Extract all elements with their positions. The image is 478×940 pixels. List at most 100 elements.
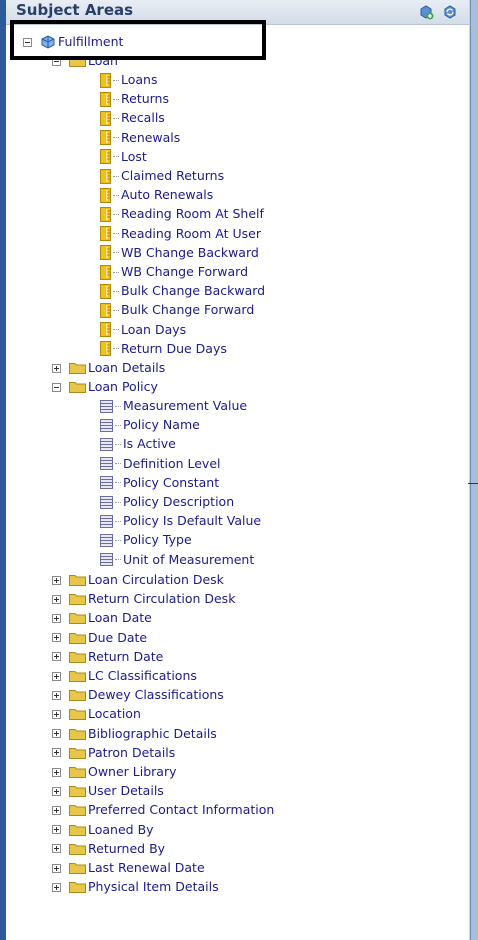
- tree-node-physical-item-details[interactable]: Physical Item Details: [52, 878, 219, 896]
- tree-node-lc-classifications[interactable]: LC Classifications: [52, 667, 197, 685]
- folder-icon: [69, 593, 86, 606]
- tree-node-loan-circulation-desk[interactable]: Loan Circulation Desk: [52, 571, 224, 589]
- expand-toggle[interactable]: [52, 863, 61, 873]
- expand-toggle[interactable]: [52, 652, 61, 662]
- folder-icon: [69, 574, 86, 586]
- tree-connector: [115, 405, 121, 407]
- expand-toggle[interactable]: [52, 709, 61, 719]
- tree-label: Bibliographic Details: [88, 725, 217, 741]
- tree-leaf-renewals[interactable]: Renewals: [100, 129, 180, 147]
- expand-toggle[interactable]: [52, 613, 61, 623]
- expand-toggle[interactable]: [52, 786, 61, 796]
- measure-icon: [100, 149, 111, 165]
- collapse-toggle[interactable]: [52, 382, 61, 392]
- tree-leaf-measurement-value[interactable]: Measurement Value: [100, 397, 247, 415]
- tree-node-return-circulation-desk[interactable]: Return Circulation Desk: [52, 590, 235, 608]
- folder-icon: [69, 747, 86, 759]
- expand-toggle[interactable]: [52, 844, 61, 854]
- tree-label: Definition Level: [123, 455, 221, 471]
- folder-icon: [69, 381, 86, 393]
- measure-icon: [100, 245, 111, 261]
- tree-leaf-loan-days[interactable]: Loan Days: [100, 321, 186, 339]
- expand-toggle[interactable]: [52, 594, 61, 604]
- tree-node-loaned-by[interactable]: Loaned By: [52, 821, 154, 839]
- vertical-scrollbar[interactable]: [470, 0, 478, 940]
- folder-icon: [69, 766, 86, 778]
- tree-label: Loan Days: [121, 321, 187, 337]
- tree-connector: [113, 309, 119, 311]
- tree-node-patron-details[interactable]: Patron Details: [52, 744, 175, 762]
- tree-leaf-claimed-returns[interactable]: Claimed Returns: [100, 167, 224, 185]
- tree-leaf-wb-change-forward[interactable]: WB Change Forward: [100, 263, 248, 281]
- tree-node-preferred-contact-information[interactable]: Preferred Contact Information: [52, 801, 274, 819]
- tree-connector: [113, 271, 119, 273]
- expand-toggle[interactable]: [52, 729, 61, 739]
- tree-leaf-return-due-days[interactable]: Return Due Days: [100, 340, 227, 358]
- tree-node-last-renewal-date[interactable]: Last Renewal Date: [52, 859, 205, 877]
- expand-toggle[interactable]: [52, 882, 61, 892]
- tree-node-loan-date[interactable]: Loan Date: [52, 609, 152, 627]
- expand-toggle[interactable]: [52, 748, 61, 758]
- tree-connector: [113, 290, 119, 292]
- expand-toggle[interactable]: [52, 690, 61, 700]
- tree-connector: [115, 559, 121, 561]
- expand-toggle[interactable]: [52, 363, 61, 373]
- folder-icon: [69, 881, 86, 894]
- tree-connector: [113, 348, 119, 350]
- tree-node-return-date[interactable]: Return Date: [52, 648, 163, 666]
- tree-node-loan-policy[interactable]: Loan Policy: [52, 378, 158, 396]
- tree-leaf-loans[interactable]: Loans: [100, 71, 158, 89]
- panel-title: Subject Areas: [16, 1, 134, 19]
- tree-leaf-definition-level[interactable]: Definition Level: [100, 455, 221, 473]
- tree-label: Loans: [121, 72, 158, 87]
- tree-leaf-is-active[interactable]: Is Active: [100, 435, 176, 453]
- expand-toggle[interactable]: [52, 825, 61, 835]
- tree-leaf-returns[interactable]: Returns: [100, 90, 169, 108]
- tree-label: Policy Type: [123, 532, 192, 548]
- tree-node-bibliographic-details[interactable]: Bibliographic Details: [52, 725, 217, 743]
- tree-leaf-policy-is-default-value[interactable]: Policy Is Default Value: [100, 512, 261, 530]
- tree-node-due-date[interactable]: Due Date: [52, 629, 147, 647]
- tree-label: Policy Description: [123, 494, 235, 509]
- tree-label: Measurement Value: [123, 398, 248, 413]
- folder-icon: [69, 785, 86, 798]
- tree-leaf-policy-description[interactable]: Policy Description: [100, 493, 234, 511]
- refresh-icon[interactable]: [442, 4, 458, 20]
- tree-leaf-reading-room-at-shelf[interactable]: Reading Room At Shelf: [100, 205, 264, 223]
- tree-label: Loan Date: [88, 610, 152, 626]
- tree-node-returned-by[interactable]: Returned By: [52, 840, 165, 858]
- expand-toggle[interactable]: [52, 633, 61, 643]
- tree-label: Due Date: [88, 629, 148, 645]
- tree-node-owner-library[interactable]: Owner Library: [52, 763, 177, 781]
- add-subject-area-icon[interactable]: [418, 4, 434, 20]
- tree-leaf-recalls[interactable]: Recalls: [100, 109, 165, 127]
- expand-toggle[interactable]: [52, 575, 61, 585]
- measure-icon: [100, 226, 111, 242]
- tree-label: Reading Room At User: [121, 225, 261, 241]
- tree-node-user-details[interactable]: User Details: [52, 782, 164, 800]
- tree-label: Patron Details: [88, 744, 176, 760]
- tree-node-loan-details[interactable]: Loan Details: [52, 359, 165, 377]
- expand-toggle[interactable]: [52, 805, 61, 815]
- expand-toggle[interactable]: [52, 767, 61, 777]
- tree-leaf-unit-of-measurement[interactable]: Unit of Measurement: [100, 551, 254, 569]
- tree-connector: [115, 539, 121, 541]
- folder-icon: [69, 843, 86, 855]
- tree-node-dewey-classifications[interactable]: Dewey Classifications: [52, 686, 224, 704]
- tree-leaf-policy-name[interactable]: Policy Name: [100, 416, 200, 434]
- tree-node-location[interactable]: Location: [52, 705, 141, 723]
- tree-connector: [115, 443, 121, 445]
- tree-leaf-bulk-change-backward[interactable]: Bulk Change Backward: [100, 282, 265, 300]
- tree-leaf-policy-type[interactable]: Policy Type: [100, 531, 192, 549]
- expand-toggle[interactable]: [52, 671, 61, 681]
- tree-leaf-bulk-change-forward[interactable]: Bulk Change Forward: [100, 301, 254, 319]
- tree-connector: [113, 156, 119, 158]
- tree-leaf-policy-constant[interactable]: Policy Constant: [100, 474, 219, 492]
- tree-label: User Details: [88, 783, 164, 799]
- tree-leaf-reading-room-at-user[interactable]: Reading Room At User: [100, 225, 261, 243]
- tree-leaf-lost[interactable]: Lost: [100, 148, 147, 166]
- measure-icon: [100, 264, 111, 280]
- tree-leaf-wb-change-backward[interactable]: WB Change Backward: [100, 244, 259, 262]
- tree-leaf-auto-renewals[interactable]: Auto Renewals: [100, 186, 213, 204]
- folder-icon: [69, 362, 86, 374]
